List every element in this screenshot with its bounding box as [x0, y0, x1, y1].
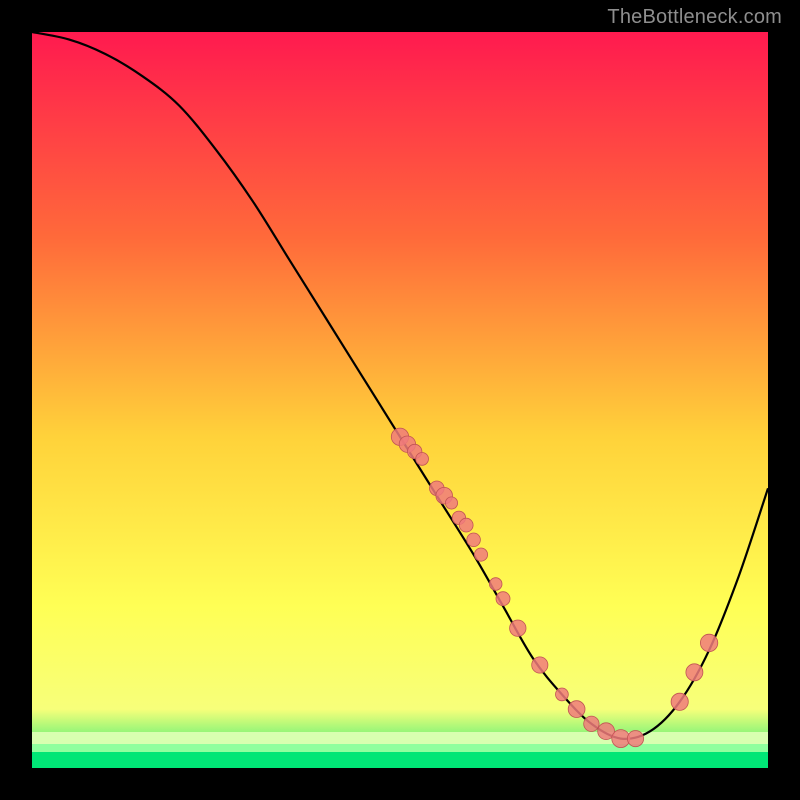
- data-point: [474, 548, 487, 561]
- data-point: [489, 578, 502, 591]
- data-point: [556, 688, 569, 701]
- data-point: [700, 634, 717, 651]
- data-point: [568, 701, 585, 718]
- data-point: [445, 497, 457, 509]
- data-point: [510, 620, 526, 636]
- data-point: [584, 716, 599, 731]
- attribution-label: TheBottleneck.com: [607, 6, 782, 29]
- data-point: [627, 731, 643, 747]
- chart-points: [32, 32, 768, 768]
- data-point: [416, 453, 429, 466]
- data-point: [686, 664, 703, 681]
- data-point: [467, 533, 481, 547]
- data-point: [532, 657, 548, 673]
- chart-plot-area: [32, 32, 768, 768]
- data-point: [459, 518, 473, 532]
- data-point: [496, 592, 510, 606]
- data-point: [671, 693, 688, 710]
